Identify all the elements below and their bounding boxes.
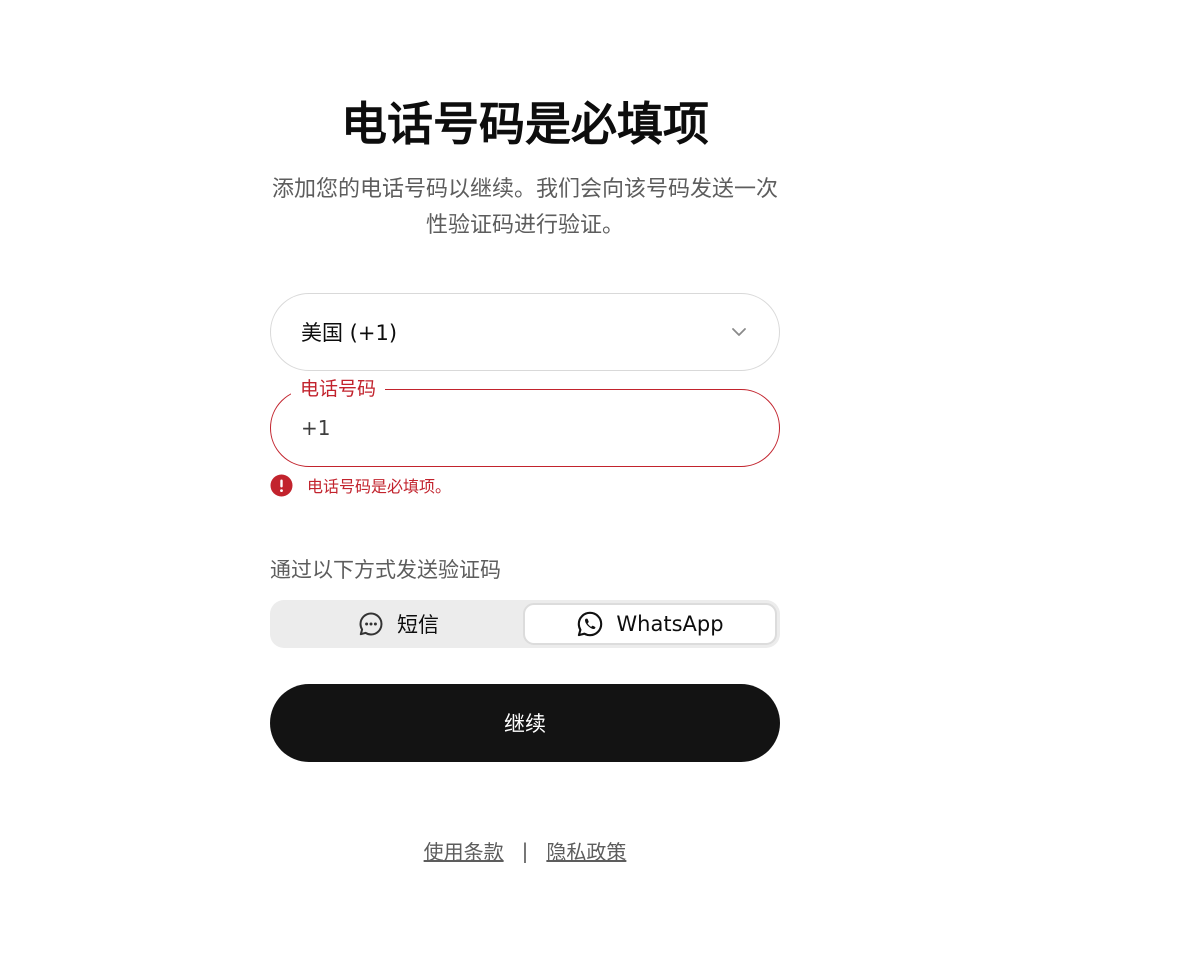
alert-circle-icon (270, 474, 293, 497)
send-method-whatsapp[interactable]: WhatsApp (523, 603, 777, 645)
page-subtitle: 添加您的电话号码以继续。我们会向该号码发送一次性验证码进行验证。 (271, 177, 778, 238)
country-select-value: 美国 (+1) (301, 321, 398, 345)
phone-error-message: 电话号码是必填项。 (307, 477, 452, 496)
send-method-label: 通过以下方式发送验证码 (270, 558, 501, 582)
privacy-link[interactable]: 隐私政策 (546, 836, 626, 865)
send-method-sms-label: 短信 (397, 613, 439, 637)
footer-links: 使用条款 | 隐私政策 (270, 836, 780, 865)
whatsapp-icon (576, 610, 604, 638)
phone-error: 电话号码是必填项。 (270, 473, 451, 497)
continue-button[interactable]: 继续 (270, 684, 780, 762)
footer-separator: | (521, 838, 529, 863)
chevron-down-icon (729, 322, 749, 342)
country-select[interactable]: 美国 (+1) (270, 293, 780, 371)
phone-verification-page: 电话号码是必填项 添加您的电话号码以继续。我们会向该号码发送一次性验证码进行验证… (0, 0, 1203, 972)
send-method-whatsapp-label: WhatsApp (616, 612, 724, 636)
phone-number-field: 电话号码 (270, 377, 780, 467)
send-method-toggle: 短信 WhatsApp (270, 600, 780, 648)
send-method-sms[interactable]: 短信 (273, 603, 523, 645)
phone-number-input[interactable] (301, 390, 751, 466)
page-title: 电话号码是必填项 (341, 97, 709, 151)
terms-link[interactable]: 使用条款 (424, 836, 504, 865)
chat-bubble-icon (357, 610, 385, 638)
